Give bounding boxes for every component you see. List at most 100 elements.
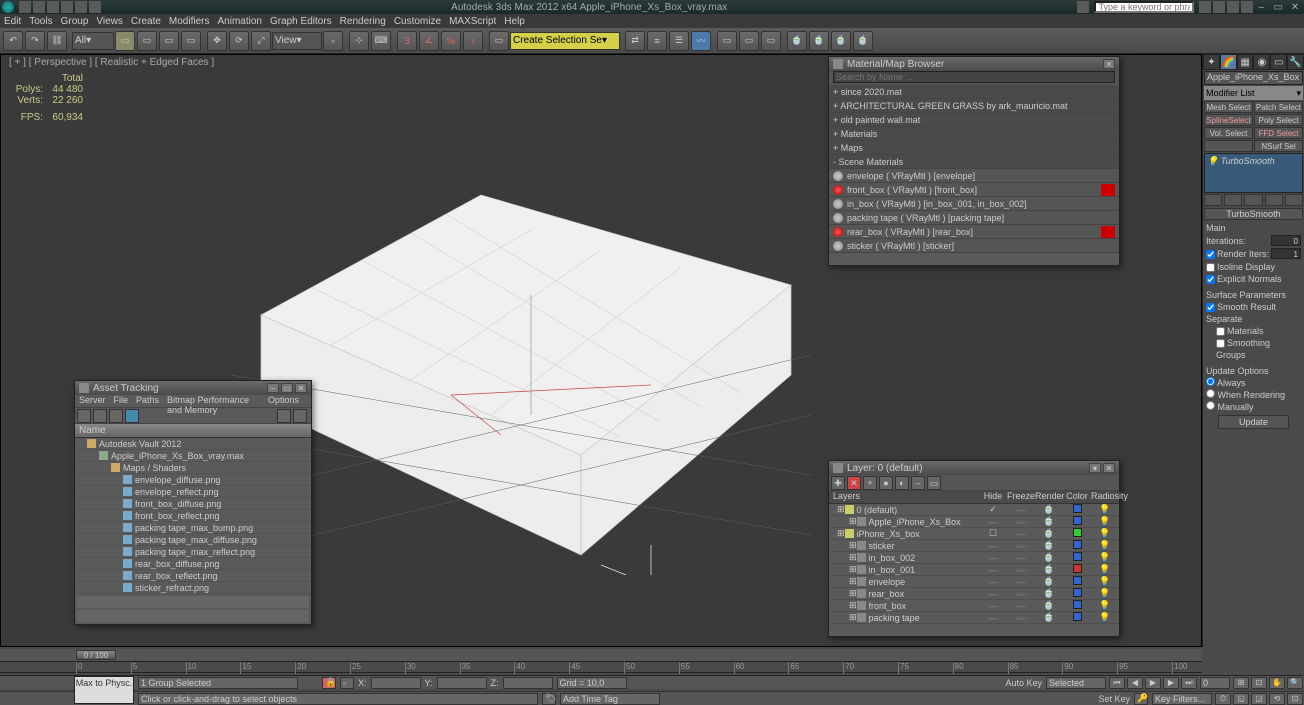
when-rendering-radio[interactable]: When Rendering: [1206, 390, 1285, 400]
menu-grapheditors[interactable]: Graph Editors: [270, 16, 332, 27]
color-swatch[interactable]: [1073, 588, 1082, 597]
menu-tools[interactable]: Tools: [29, 16, 52, 27]
smoothing-groups-checkbox[interactable]: Smoothing Groups: [1216, 338, 1270, 360]
maximize-button[interactable]: ▭: [281, 383, 293, 393]
setkey-button[interactable]: Set Key: [1098, 694, 1130, 704]
mb-lib-row[interactable]: + ARCHITECTURAL GREEN GRASS by ark_mauri…: [829, 99, 1119, 113]
ref-coord-dropdown[interactable]: View ▾: [272, 32, 322, 50]
tab-utilities[interactable]: 🔧: [1287, 54, 1304, 70]
layer-row[interactable]: ⊞ envelope——🍵💡: [829, 576, 1119, 588]
mod-btn[interactable]: [1204, 140, 1253, 152]
scene-materials-header[interactable]: - Scene Materials: [829, 155, 1119, 169]
layer-add-button[interactable]: +: [863, 476, 877, 490]
always-radio[interactable]: Always: [1206, 378, 1246, 388]
mb-material-row[interactable]: front_box ( VRayMtl ) [front_box]: [829, 183, 1119, 197]
lock-button[interactable]: 🔒: [322, 677, 336, 689]
col-radiosity[interactable]: Radiosity: [1091, 491, 1119, 503]
asset-row[interactable]: envelope_diffuse.png: [75, 474, 311, 486]
prev-frame-button[interactable]: ◀: [1127, 677, 1143, 689]
at-tool-button[interactable]: [77, 409, 91, 423]
autokey-button[interactable]: Auto Key: [1005, 678, 1042, 688]
keymode-button[interactable]: ⌨: [371, 31, 391, 51]
align-button[interactable]: ≡: [647, 31, 667, 51]
modifier-stack[interactable]: 💡 TurboSmooth: [1204, 153, 1303, 193]
render-cell[interactable]: 🍵: [1035, 564, 1063, 575]
scale-button[interactable]: ⤢: [251, 31, 271, 51]
move-button[interactable]: ✥: [207, 31, 227, 51]
time-ruler[interactable]: 0510152025303540455055606570758085909510…: [0, 661, 1202, 673]
asset-row[interactable]: rear_box_diffuse.png: [75, 558, 311, 570]
nav-button[interactable]: ◲: [1251, 693, 1267, 705]
mod-btn[interactable]: Patch Select: [1254, 101, 1303, 113]
col-render[interactable]: Render: [1035, 491, 1063, 503]
render-button[interactable]: 🍵: [831, 31, 851, 51]
mb-lib-row[interactable]: + Maps: [829, 141, 1119, 155]
color-swatch[interactable]: [1073, 552, 1082, 561]
isoline-checkbox[interactable]: Isoline Display: [1206, 262, 1275, 272]
radiosity-cell[interactable]: 💡: [1091, 540, 1119, 551]
qat-icon[interactable]: [89, 1, 101, 13]
stack-show-button[interactable]: [1224, 194, 1242, 206]
layer-delete-button[interactable]: ✕: [847, 476, 861, 490]
mod-btn[interactable]: Vol. Select: [1204, 127, 1253, 139]
modifier-list-dropdown[interactable]: Modifier List▾: [1204, 86, 1303, 100]
asset-row[interactable]: packing tape_max_diffuse.png: [75, 534, 311, 546]
nav-button[interactable]: ⊞: [1233, 677, 1249, 689]
layer-sel-button[interactable]: ●: [879, 476, 893, 490]
panel-close-button[interactable]: ✕: [1103, 59, 1115, 69]
render-frame-button[interactable]: 🍵: [809, 31, 829, 51]
object-name-field[interactable]: Apple_iPhone_Xs_Box: [1204, 71, 1303, 85]
layer-props-button[interactable]: ▭: [927, 476, 941, 490]
viewport-label[interactable]: [ + ] [ Perspective ] [ Realistic + Edge…: [9, 57, 214, 68]
tab-hierarchy[interactable]: ▦: [1237, 54, 1254, 70]
at-menu-file[interactable]: File: [114, 395, 129, 407]
radiosity-cell[interactable]: 💡: [1091, 600, 1119, 611]
radiosity-cell[interactable]: 💡: [1091, 528, 1119, 539]
menu-help[interactable]: Help: [504, 16, 525, 27]
mb-material-row[interactable]: in_box ( VRayMtl ) [in_box_001, in_box_0…: [829, 197, 1119, 211]
render-cell[interactable]: 🍵: [1035, 552, 1063, 563]
help-icon[interactable]: [1199, 1, 1211, 13]
rotate-button[interactable]: ⟳: [229, 31, 249, 51]
explicit-normals-checkbox[interactable]: Explicit Normals: [1206, 274, 1282, 284]
panel-header[interactable]: Material/Map Browser ✕: [829, 57, 1119, 71]
asset-row[interactable]: sticker_refract.png: [75, 582, 311, 594]
at-column-name[interactable]: Name: [75, 424, 311, 438]
radiosity-cell[interactable]: 💡: [1091, 552, 1119, 563]
layer-row[interactable]: ⊞ rear_box——🍵💡: [829, 588, 1119, 600]
menu-maxscript[interactable]: MAXScript: [449, 16, 496, 27]
nav-button[interactable]: ◱: [1233, 693, 1249, 705]
nav-button[interactable]: ⊡: [1251, 677, 1267, 689]
percent-snap-button[interactable]: %: [441, 31, 461, 51]
render-setup-button[interactable]: 🍵: [787, 31, 807, 51]
redo-button[interactable]: ↷: [25, 31, 45, 51]
render-cell[interactable]: 🍵: [1035, 516, 1063, 527]
radiosity-cell[interactable]: 💡: [1091, 588, 1119, 599]
timetag-field[interactable]: Add Time Tag: [560, 693, 660, 705]
layer-row[interactable]: ⊞ in_box_002——🍵💡: [829, 552, 1119, 564]
layer-row[interactable]: ⊞ in_box_001——🍵💡: [829, 564, 1119, 576]
mod-btn[interactable]: Poly Select: [1254, 114, 1303, 126]
manip-button[interactable]: ⊹: [349, 31, 369, 51]
col-color[interactable]: Color: [1063, 491, 1091, 503]
menu-edit[interactable]: Edit: [4, 16, 21, 27]
close-button[interactable]: ✕: [1103, 463, 1115, 473]
schematic-button[interactable]: ▭: [739, 31, 759, 51]
tab-create[interactable]: ✦: [1203, 54, 1220, 70]
info-icon[interactable]: [1077, 1, 1089, 13]
render-iters-checkbox[interactable]: Render Iters:: [1206, 248, 1269, 260]
mb-lib-row[interactable]: + since 2020.mat: [829, 85, 1119, 99]
update-button[interactable]: Update: [1218, 415, 1289, 429]
layer-new-button[interactable]: ✚: [831, 476, 845, 490]
asset-row[interactable]: rear_box_reflect.png: [75, 570, 311, 582]
nav-button[interactable]: ✋: [1269, 677, 1285, 689]
menu-modifiers[interactable]: Modifiers: [169, 16, 210, 27]
asset-row[interactable]: Maps / Shaders: [75, 462, 311, 474]
mod-btn[interactable]: FFD Select: [1254, 127, 1303, 139]
time-slider-bar[interactable]: 0 / 100: [0, 649, 1202, 661]
help-search-input[interactable]: [1094, 1, 1194, 13]
mb-material-row[interactable]: packing tape ( VRayMtl ) [packing tape]: [829, 211, 1119, 225]
at-tool-button[interactable]: [277, 409, 291, 423]
y-field[interactable]: [437, 677, 487, 689]
render-cell[interactable]: 🍵: [1035, 612, 1063, 623]
